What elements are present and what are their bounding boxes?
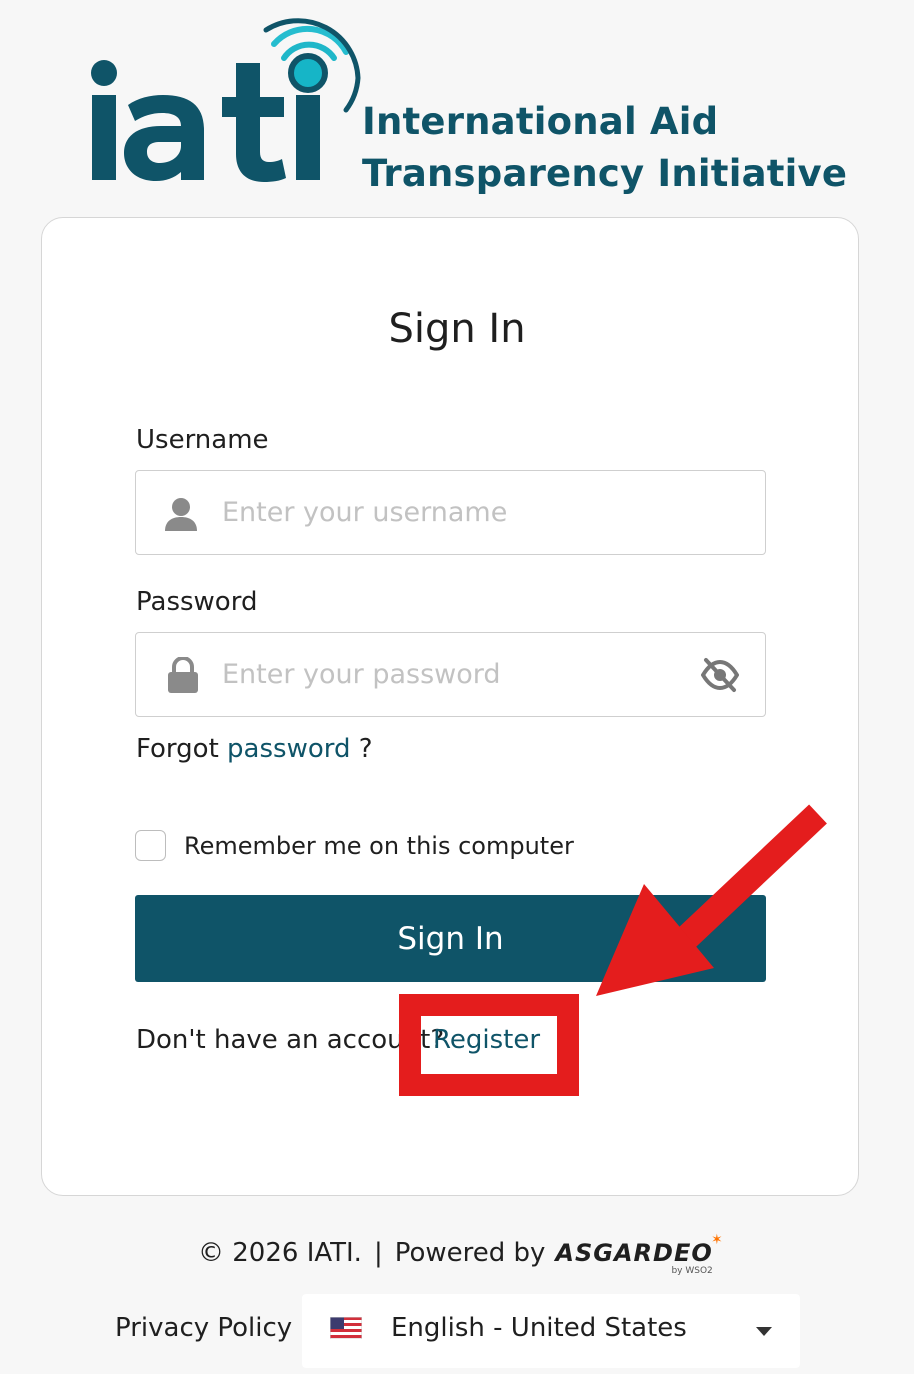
lock-icon [168, 657, 198, 693]
annotation-arrow-icon [596, 804, 827, 996]
forgot-suffix: ? [358, 734, 373, 764]
footer-separator: | [373, 1238, 383, 1268]
caret-down-icon [756, 1327, 772, 1336]
footer: © 2026 IATI. | Powered by ASGARDEO ✶ by … [198, 1232, 723, 1276]
remember-me-label: Remember me on this computer [184, 831, 574, 860]
copyright-text: © 2026 IATI. [198, 1238, 362, 1268]
us-flag-icon [330, 1317, 362, 1339]
iati-logo: International Aid Transparency Initiativ… [88, 18, 847, 195]
remember-me-checkbox[interactable] [135, 830, 166, 861]
eye-slash-icon[interactable] [701, 657, 739, 693]
register-highlight-box [399, 994, 579, 1096]
forgot-prefix: Forgot [136, 734, 219, 764]
username-field[interactable] [135, 470, 766, 555]
logo-name-line1: International Aid [362, 100, 719, 143]
page-title: Sign In [388, 306, 526, 352]
user-icon [165, 498, 197, 531]
password-input[interactable] [222, 633, 682, 716]
privacy-policy-link[interactable]: Privacy Policy [115, 1313, 292, 1343]
powered-by-text: Powered by [394, 1238, 546, 1268]
no-account-text: Don't have an account? [136, 1025, 445, 1055]
logo-name-line2: Transparency Initiative [362, 152, 848, 195]
asgardeo-logo: ASGARDEO ✶ by WSO2 [555, 1232, 722, 1276]
iati-logo-name: International Aid Transparency Initiativ… [362, 96, 847, 200]
asgardeo-star-icon: ✶ [711, 1232, 723, 1248]
iati-logo-mark [91, 18, 361, 182]
username-input[interactable] [222, 471, 682, 554]
language-selector[interactable]: English - United States [302, 1294, 800, 1368]
forgot-password-row: Forgot password ? [136, 734, 373, 764]
password-field[interactable] [135, 632, 766, 717]
asgardeo-by-wso2: by WSO2 [671, 1266, 713, 1276]
language-label: English - United States [391, 1313, 687, 1343]
remember-me-row: Remember me on this computer [135, 829, 574, 862]
password-label: Password [136, 587, 258, 617]
forgot-password-link[interactable]: password [227, 734, 350, 764]
asgardeo-wordmark: ASGARDEO [555, 1239, 713, 1267]
username-label: Username [136, 425, 269, 455]
